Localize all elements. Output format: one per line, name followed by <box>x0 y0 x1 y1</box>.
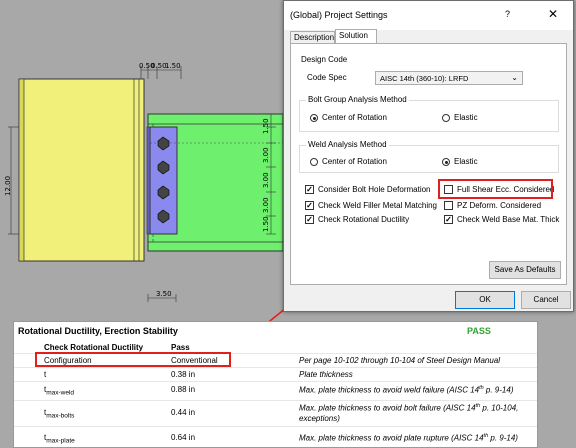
rotational-ductility-label: Check Rotational Ductility <box>318 215 410 224</box>
project-settings-dialog: (Global) Project Settings ? ✕ Descriptio… <box>283 0 574 312</box>
chevron-down-icon: ⌄ <box>511 73 518 82</box>
report-row-label: tmax-weld <box>44 385 75 397</box>
weld-center-rotation-label: Center of Rotation <box>322 157 387 166</box>
save-as-defaults-button[interactable]: Save As Defaults <box>489 261 561 279</box>
dim-right-mid2: 3.00 <box>262 172 270 188</box>
report-row-value: 0.44 in <box>171 408 196 417</box>
bolt-center-rotation-radio[interactable] <box>310 114 318 122</box>
report-header-check: Check Rotational Ductility <box>44 343 144 352</box>
pz-deform-checkbox[interactable] <box>444 201 453 210</box>
weld-center-rotation-radio[interactable] <box>310 158 318 166</box>
bolt-hole-deformation-label: Consider Bolt Hole Deformation <box>318 185 431 194</box>
tab-solution[interactable]: Solution <box>335 29 377 44</box>
dialog-title: (Global) Project Settings <box>290 10 388 20</box>
close-icon[interactable]: ✕ <box>548 7 558 21</box>
dim-right-mid3: 3.00 <box>262 197 270 213</box>
dim-bottom: 3.50 <box>156 290 172 298</box>
design-code-title: Design Code <box>301 55 348 64</box>
solution-panel: Design Code Code Spec AISC 14th (360-10)… <box>290 43 567 285</box>
report-row-value: 0.64 in <box>171 433 196 442</box>
report-row-note: Max. plate thickness to avoid bolt failu… <box>299 403 519 413</box>
bolt-group-title: Bolt Group Analysis Method <box>306 95 409 104</box>
ok-button[interactable]: OK <box>455 291 515 309</box>
pz-deform-label: PZ Deform. Considered <box>457 201 542 210</box>
cancel-button[interactable]: Cancel <box>521 291 571 309</box>
column-flange <box>18 78 145 262</box>
column-web-left <box>18 78 25 262</box>
report-row-value: Conventional <box>171 356 218 365</box>
weld-elastic-label: Elastic <box>454 157 478 166</box>
dim-top-c: 1.50 <box>165 62 181 70</box>
report-row-label: tmax-plate <box>44 433 75 445</box>
bolt-elastic-radio[interactable] <box>442 114 450 122</box>
bolt-elastic-label: Elastic <box>454 113 478 122</box>
report-row-label: tmax-bolts <box>44 408 75 420</box>
dialog-titlebar: (Global) Project Settings ? ✕ <box>284 1 573 30</box>
rotational-ductility-checkbox[interactable] <box>305 215 314 224</box>
report-row-note: Max. plate thickness to avoid weld failu… <box>299 385 514 395</box>
weld-base-thick-checkbox[interactable] <box>444 215 453 224</box>
report-row-note: Max. plate thickness to avoid plate rupt… <box>299 433 518 443</box>
design-code-group: Design Code Code Spec AISC 14th (360-10)… <box>299 55 559 90</box>
bolt-center-rotation-label: Center of Rotation <box>322 113 387 122</box>
code-spec-value: AISC 14th (360-10): LRFD <box>380 74 469 83</box>
dim-right-top: 1.50 <box>262 118 270 134</box>
report-row-label: Configuration <box>44 356 92 365</box>
bolt-group-group: Bolt Group Analysis Method Center of Rot… <box>299 95 559 132</box>
code-spec-label: Code Spec <box>307 73 347 82</box>
status-badge: PASS <box>467 326 491 336</box>
report-row-note: Plate thickness <box>299 370 353 379</box>
dim-right-bot: 1.50 <box>262 216 270 232</box>
weld-filler-matching-label: Check Weld Filler Metal Matching <box>318 201 438 210</box>
bolt-hole-deformation-checkbox[interactable] <box>305 185 314 194</box>
report-row-note-cont: exceptions) <box>299 414 340 423</box>
weld-base-thick-label: Check Weld Base Mat. Thick <box>457 215 560 224</box>
dim-right-mid1: 3.00 <box>262 147 270 163</box>
report-row-label: t <box>44 370 47 379</box>
report-row-note: Per page 10-102 through 10-104 of Steel … <box>299 356 501 365</box>
weld-analysis-title: Weld Analysis Method <box>306 140 389 149</box>
report-row-value: 0.38 in <box>171 370 196 379</box>
weld-analysis-group: Weld Analysis Method Center of Rotation … <box>299 140 559 173</box>
weld-filler-matching-checkbox[interactable] <box>305 201 314 210</box>
full-shear-highlight <box>438 179 553 199</box>
code-spec-select[interactable]: AISC 14th (360-10): LRFD ⌄ <box>375 71 523 85</box>
report-title: Rotational Ductility, Erection Stability <box>18 326 178 336</box>
report-header-pass: Pass <box>171 343 190 352</box>
ductility-report: Rotational Ductility, Erection Stability… <box>13 321 538 448</box>
dim-left-height: 12.00 <box>4 176 12 196</box>
report-row-value: 0.88 in <box>171 385 196 394</box>
help-icon[interactable]: ? <box>505 9 510 19</box>
weld-elastic-radio[interactable] <box>442 158 450 166</box>
